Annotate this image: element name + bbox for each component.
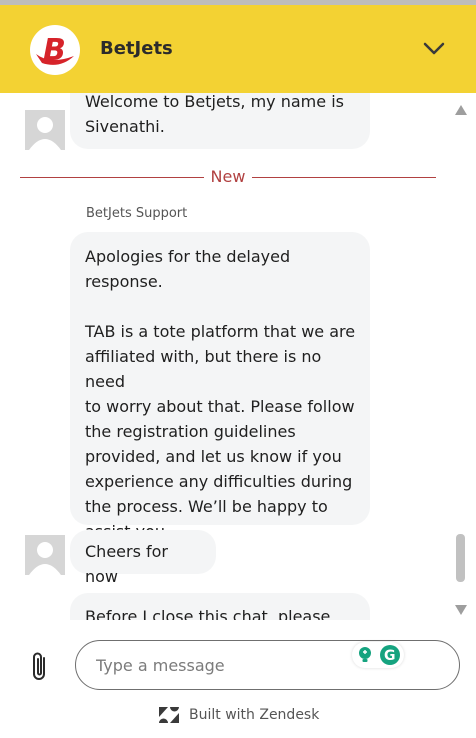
- separator-line: [252, 177, 436, 178]
- sender-name: BetJets Support: [86, 206, 188, 221]
- message-text-line: TAB is a tote platform that we are: [85, 322, 356, 341]
- built-with-label: Built with Zendesk: [189, 707, 320, 723]
- message-text-line: the process. We’ll be happy to: [85, 497, 328, 516]
- message-text: Sivenathi.: [85, 117, 165, 136]
- scrollbar-thumb[interactable]: [456, 534, 465, 582]
- chat-header: B BetJets: [0, 5, 476, 93]
- message-text: Cheers for now: [85, 542, 168, 586]
- message-text-line: the registration guidelines: [85, 422, 296, 441]
- message-bubble-cheers: Cheers for now: [70, 530, 216, 586]
- message-text: Before I close this chat, please take: [85, 607, 331, 620]
- chevron-down-icon: [423, 42, 445, 55]
- message-text: Welcome to Betjets, my name is: [85, 93, 344, 111]
- agent-avatar: [25, 535, 65, 575]
- collapse-button[interactable]: [420, 37, 448, 61]
- lightbulb-icon: [359, 647, 371, 662]
- message-text-line: affiliated with, but there is no need: [85, 347, 322, 391]
- message-text-line: Apologies for the delayed: [85, 247, 291, 266]
- grammarly-widget[interactable]: G: [352, 642, 404, 668]
- message-bubble-closing: Before I close this chat, please take: [70, 593, 370, 620]
- agent-avatar: [25, 110, 65, 150]
- message-text-line: response.: [85, 272, 163, 291]
- scroll-up-arrow-icon[interactable]: [454, 104, 468, 116]
- message-text-line: to worry about that. Please follow: [85, 397, 355, 416]
- betjets-logo: B: [30, 25, 80, 75]
- scroll-down-arrow-icon[interactable]: [454, 604, 468, 616]
- message-bubble-response: Apologies for the delayed response. TAB …: [70, 232, 370, 541]
- zendesk-logo-icon: [159, 707, 179, 723]
- message-list[interactable]: Welcome to Betjets, my name is Sivenathi…: [0, 93, 476, 620]
- grammarly-icon: G: [380, 645, 400, 665]
- logo-letter: B: [43, 33, 66, 68]
- new-messages-separator: New: [20, 167, 436, 189]
- avatar-placeholder-icon: [25, 110, 65, 150]
- message-text-line: experience any difficulties during: [85, 472, 353, 491]
- paperclip-icon: [33, 652, 45, 680]
- built-with-zendesk[interactable]: Built with Zendesk: [158, 704, 319, 726]
- separator-line: [20, 177, 204, 178]
- attach-button[interactable]: [28, 650, 52, 682]
- message-text-line: provided, and let us know if you: [85, 447, 342, 466]
- avatar-placeholder-icon: [25, 535, 65, 575]
- svg-text:G: G: [384, 648, 396, 664]
- brand-title: BetJets: [100, 38, 173, 59]
- grammarly-widget-icons: G: [359, 645, 400, 665]
- composer-area: G Built with Zendesk: [0, 620, 476, 738]
- new-label: New: [210, 167, 246, 186]
- message-bubble-welcome: Welcome to Betjets, my name is Sivenathi…: [70, 93, 370, 149]
